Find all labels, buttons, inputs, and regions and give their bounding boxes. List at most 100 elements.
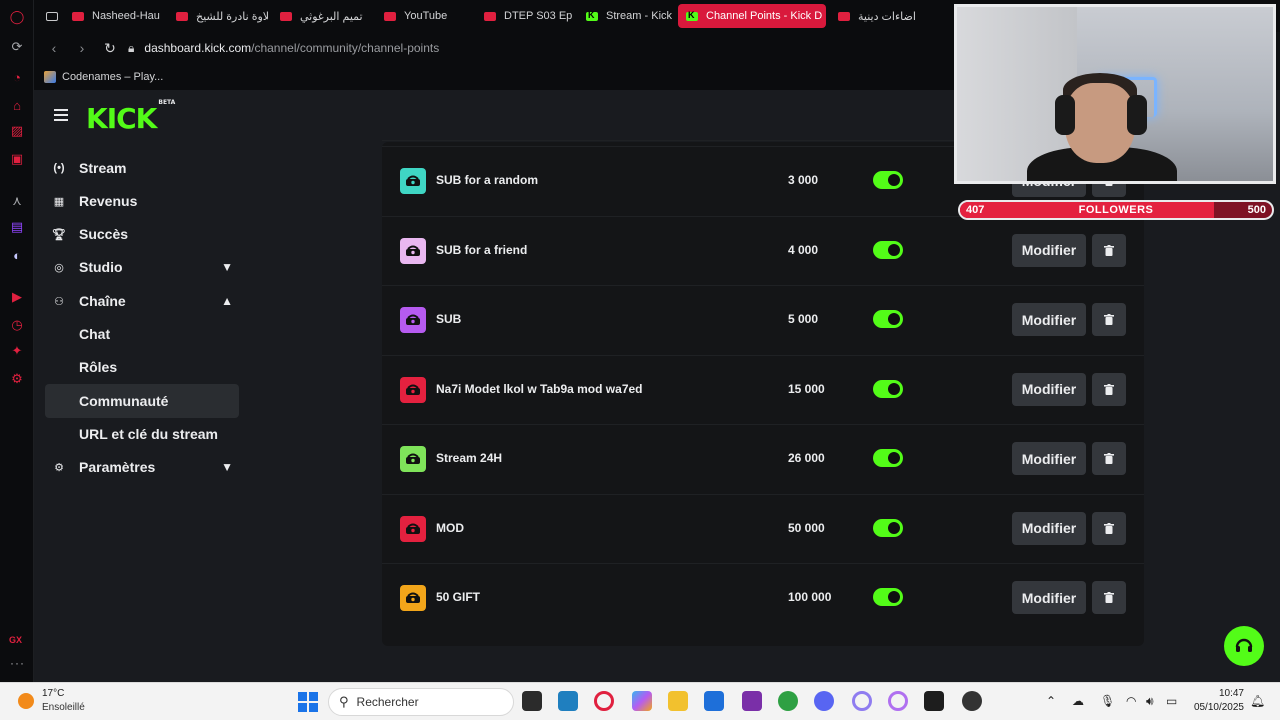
menu-icon[interactable] bbox=[54, 109, 68, 121]
discord-taskbar-icon[interactable] bbox=[814, 691, 834, 711]
messenger-icon[interactable]: ▣ bbox=[8, 150, 26, 168]
tab-6[interactable]: Stream - Kick bbox=[578, 4, 674, 28]
delete-reward-button[interactable] bbox=[1092, 511, 1126, 545]
sync-icon[interactable]: ⟳ bbox=[8, 38, 26, 56]
tab-3[interactable]: تميم البرغوثي bbox=[272, 4, 372, 28]
volume-icon[interactable]: 🔊︎ bbox=[1146, 694, 1154, 709]
weather-condition[interactable]: Ensoleillé bbox=[42, 702, 85, 713]
task-view-icon[interactable] bbox=[522, 691, 542, 711]
history-icon[interactable]: ◷ bbox=[8, 316, 26, 334]
opera-logo-icon[interactable]: ◯ bbox=[8, 8, 26, 26]
tab-1[interactable]: Nasheed-Hau bbox=[64, 4, 164, 28]
extensions-icon[interactable]: ✦ bbox=[8, 342, 26, 360]
reward-enabled-toggle[interactable] bbox=[873, 518, 903, 537]
file-explorer-icon[interactable] bbox=[668, 691, 688, 711]
chevron-up-icon[interactable]: ⌃ bbox=[1046, 694, 1056, 708]
discord-icon[interactable]: ◐ bbox=[8, 246, 26, 264]
back-icon[interactable]: ‹ bbox=[46, 40, 62, 56]
reward-enabled-toggle[interactable] bbox=[873, 588, 903, 606]
photos-icon[interactable] bbox=[558, 691, 578, 711]
tab-hub-icon[interactable] bbox=[38, 4, 58, 28]
copilot-icon[interactable] bbox=[632, 691, 652, 711]
sidebar-item-stream-key[interactable]: URL et clé du stream bbox=[45, 417, 239, 451]
reload-icon[interactable]: ↻ bbox=[102, 40, 118, 57]
taskbar-search[interactable]: ⚲ Rechercher bbox=[328, 688, 514, 716]
clock-date[interactable]: 05/10/2025 bbox=[1190, 702, 1244, 713]
delete-reward-button[interactable] bbox=[1092, 233, 1126, 267]
tab-5[interactable]: DTEP S03 Ep bbox=[476, 4, 576, 28]
sun-icon[interactable] bbox=[18, 693, 34, 709]
sidebar-item-chat[interactable]: Chat bbox=[45, 317, 239, 351]
tab-7-active[interactable]: Channel Points - Kick D bbox=[678, 4, 826, 28]
sidebar-item-studio[interactable]: ◎ Studio ▼ bbox=[45, 250, 239, 284]
reward-enabled-toggle[interactable] bbox=[873, 171, 903, 189]
xbox-icon[interactable] bbox=[778, 691, 798, 711]
trash-icon bbox=[1104, 244, 1114, 256]
edit-reward-button[interactable]: Modifier bbox=[1012, 511, 1086, 545]
more-icon[interactable]: ··· bbox=[10, 656, 25, 670]
kick-logo[interactable]: KICK BETA bbox=[86, 99, 175, 135]
bookmark-codenames[interactable]: Codenames – Play... bbox=[62, 71, 163, 83]
sidebar-item-communaute[interactable]: Communauté bbox=[45, 384, 239, 418]
reward-enabled-toggle[interactable] bbox=[873, 240, 903, 259]
delete-reward-button[interactable] bbox=[1092, 581, 1126, 614]
settings-icon[interactable]: ⚙ bbox=[8, 370, 26, 388]
tab-4[interactable]: YouTube bbox=[376, 4, 476, 28]
kick-taskbar-icon[interactable] bbox=[924, 691, 944, 711]
reward-enabled-toggle[interactable] bbox=[873, 379, 903, 398]
sidebar-item-succes[interactable]: 🏆︎ Succès bbox=[45, 217, 239, 251]
store-icon[interactable] bbox=[704, 691, 724, 711]
battery-icon[interactable]: ▭ bbox=[1166, 694, 1177, 708]
wifi-icon[interactable]: ◠ bbox=[1126, 694, 1136, 708]
notification-icon[interactable]: 🔔︎ bbox=[1250, 694, 1265, 708]
tab-2[interactable]: تلاوة نادرة للشيخ bbox=[168, 4, 268, 28]
sidebar-item-stream[interactable]: (•) Stream bbox=[45, 151, 239, 185]
microphone-icon[interactable]: 🎙︎ bbox=[1100, 694, 1115, 708]
gx-corner-icon[interactable]: ⌂ bbox=[8, 96, 26, 114]
speed-dial-icon[interactable]: ◔ bbox=[8, 68, 26, 86]
edit-reward-button[interactable]: Modifier bbox=[1012, 372, 1086, 406]
app-icon[interactable] bbox=[742, 691, 762, 711]
twitch-icon[interactable]: ▤ bbox=[8, 218, 26, 236]
support-chat-button[interactable] bbox=[1224, 626, 1264, 666]
edit-reward-button[interactable]: Modifier bbox=[1012, 442, 1086, 475]
opera-gx-icon[interactable] bbox=[594, 691, 614, 711]
address-bar: ‹ › ↻ 🔒︎ dashboard.kick.com/channel/comm… bbox=[34, 32, 954, 64]
reward-name: 50 GIFT bbox=[436, 590, 481, 604]
edit-reward-button[interactable]: Modifier bbox=[1012, 581, 1086, 614]
opera-air-icon[interactable] bbox=[888, 691, 908, 711]
delete-reward-button[interactable] bbox=[1092, 442, 1126, 475]
reward-enabled-toggle[interactable] bbox=[873, 449, 903, 467]
edit-reward-button[interactable]: Modifier bbox=[1012, 303, 1086, 336]
url-field[interactable]: dashboard.kick.com/channel/community/cha… bbox=[144, 41, 439, 55]
kick-icon[interactable]: ⋏ bbox=[8, 192, 26, 210]
tab-8[interactable]: اضاءات دينية bbox=[830, 4, 950, 28]
reward-enabled-toggle[interactable] bbox=[873, 310, 903, 328]
weather-temp[interactable]: 17°C bbox=[42, 688, 64, 699]
obs-icon[interactable] bbox=[962, 691, 982, 711]
cloud-icon[interactable]: ☁ bbox=[1072, 694, 1084, 708]
windows-taskbar: 17°C Ensoleillé ⚲ Rechercher ⌃ ☁ 🎙︎ ◠ 🔊︎ … bbox=[0, 682, 1280, 720]
reward-cost: 50 000 bbox=[788, 520, 825, 535]
gx-control-icon[interactable]: GX bbox=[9, 635, 22, 645]
opera-icon[interactable] bbox=[852, 691, 872, 711]
sidebar-item-roles[interactable]: Rôles bbox=[45, 350, 239, 384]
sidebar-item-chaine[interactable]: ⚇ Chaîne ▲ bbox=[45, 284, 239, 318]
sidebar-item-revenus[interactable]: ▦ Revenus bbox=[45, 184, 239, 218]
player-icon[interactable]: ▶ bbox=[8, 288, 26, 306]
delete-reward-button[interactable] bbox=[1092, 303, 1126, 336]
search-icon: ⚲ bbox=[339, 694, 349, 709]
sidebar-item-parametres[interactable]: ⚙ Paramètres ▼ bbox=[45, 450, 239, 484]
lock-icon[interactable]: 🔒︎ bbox=[128, 41, 134, 56]
clock-time[interactable]: 10:47 bbox=[1190, 688, 1244, 699]
reward-name: SUB for a random bbox=[436, 173, 539, 187]
delete-reward-button[interactable] bbox=[1092, 372, 1126, 406]
reward-row: MOD 50 000 Modifier bbox=[382, 493, 1144, 563]
forward-icon[interactable]: › bbox=[74, 40, 90, 56]
browser-sidebar: ◯ ⟳ ◔ ⌂ ▨ ▣ ⋏ ▤ ◐ ▶ ◷ ✦ ⚙ GX ··· bbox=[0, 0, 34, 682]
webcam-overlay bbox=[954, 4, 1276, 184]
windows-start-icon[interactable] bbox=[298, 692, 318, 712]
edit-reward-button[interactable]: Modifier bbox=[1012, 233, 1086, 267]
reward-row: Stream 24H 26 000 Modifier bbox=[382, 424, 1144, 493]
gx-games-icon[interactable]: ▨ bbox=[8, 122, 26, 140]
